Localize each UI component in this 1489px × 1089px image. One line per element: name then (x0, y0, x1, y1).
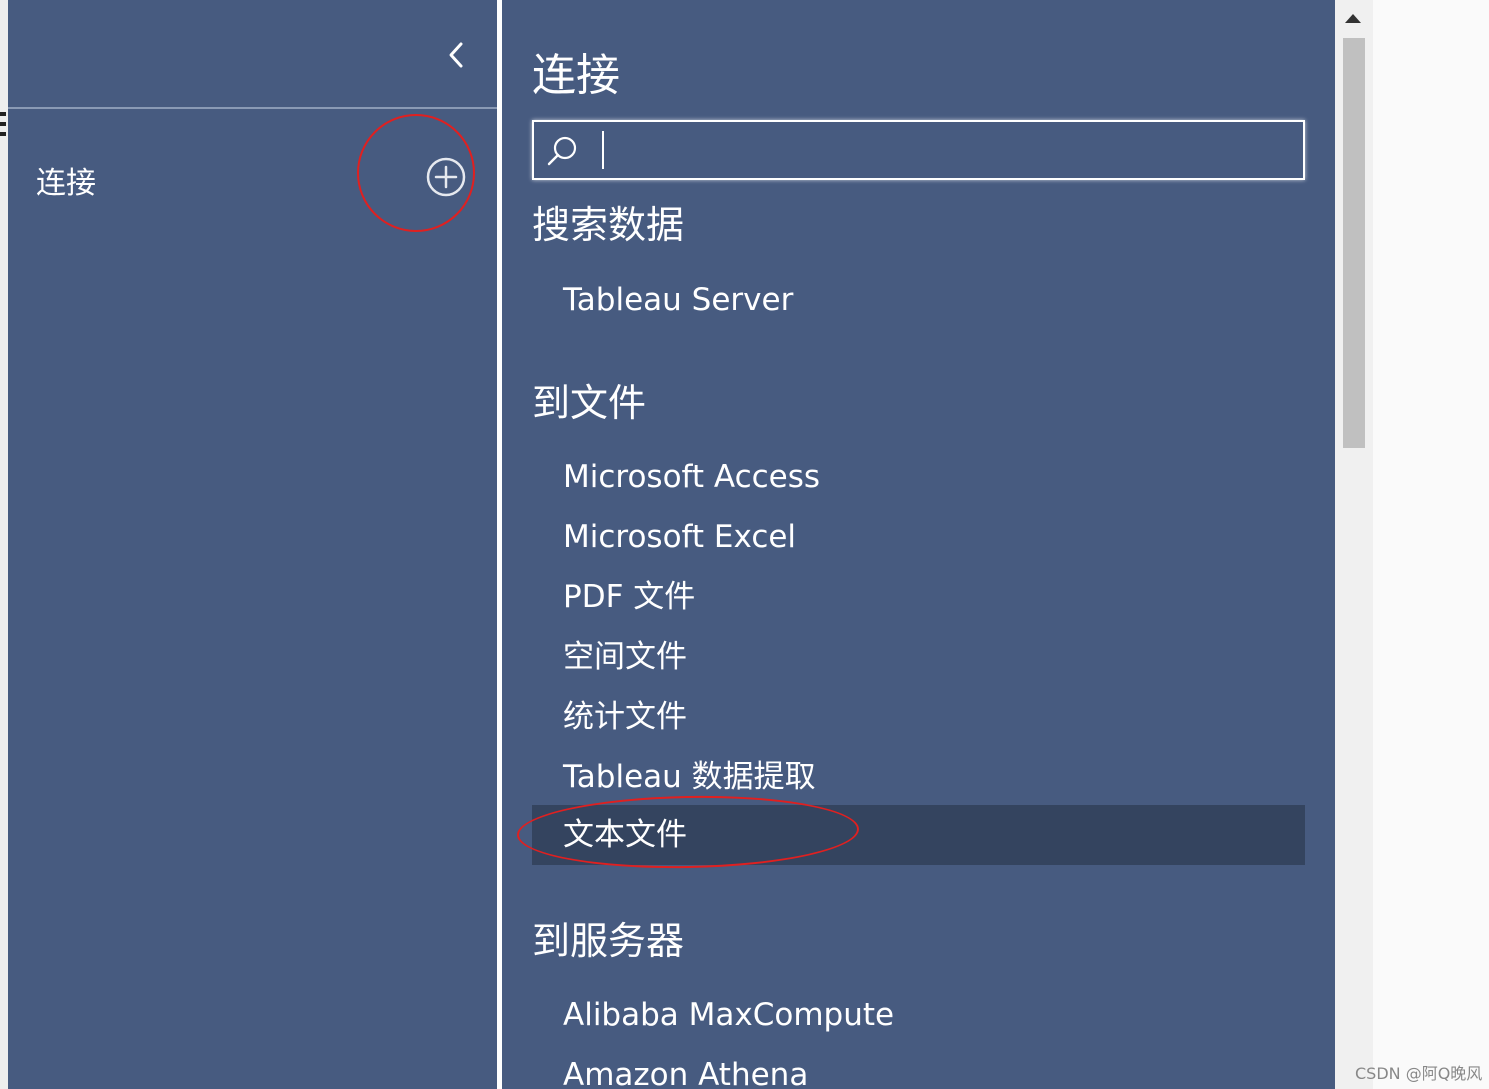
connector-text-file[interactable]: 文本文件 (532, 805, 1305, 865)
connector-spatial-file[interactable]: 空间文件 (532, 627, 1305, 687)
connections-label: 连接 (36, 166, 96, 201)
section-search-data-title: 搜索数据 (532, 203, 685, 247)
collapse-pane-button[interactable] (441, 38, 471, 72)
edge-fragment (0, 112, 6, 116)
scroll-up-arrow-icon[interactable] (1345, 14, 1361, 23)
watermark: CSDN @阿Q晚风 (1355, 1064, 1483, 1083)
connector-microsoft-access[interactable]: Microsoft Access (532, 447, 1305, 507)
connector-microsoft-excel[interactable]: Microsoft Excel (532, 507, 1305, 567)
chevron-left-icon (449, 42, 463, 68)
connect-panel: 连接 搜索数据 Tableau Server 到文件 Microsoft Acc… (502, 0, 1335, 1089)
text-caret (602, 131, 604, 169)
connector-amazon-athena[interactable]: Amazon Athena (532, 1045, 1305, 1089)
connector-tableau-extract[interactable]: Tableau 数据提取 (532, 747, 1305, 807)
search-input[interactable] (600, 130, 1294, 172)
left-connections-pane: 连接 (8, 0, 497, 1089)
section-to-server-title: 到服务器 (532, 919, 685, 963)
search-icon (547, 136, 577, 166)
left-pane-header (8, 0, 497, 109)
connector-tableau-server[interactable]: Tableau Server (532, 270, 1305, 330)
connector-alibaba-maxcompute[interactable]: Alibaba MaxCompute (532, 985, 1305, 1045)
page-title: 连接 (532, 50, 620, 101)
search-box[interactable] (532, 120, 1305, 180)
add-connection-button[interactable] (425, 156, 467, 198)
connector-statistical-file[interactable]: 统计文件 (532, 687, 1305, 747)
plus-circle-icon (426, 157, 466, 197)
connector-pdf-file[interactable]: PDF 文件 (532, 567, 1305, 627)
outer-background (1373, 0, 1489, 1089)
tableau-connect-screen: 连接 连接 搜索数据 Tableau Server 到文件 Microsoft … (0, 0, 1489, 1089)
scrollbar-thumb[interactable] (1343, 38, 1365, 448)
section-to-file-title: 到文件 (532, 381, 647, 425)
vertical-scrollbar[interactable] (1335, 0, 1373, 1089)
